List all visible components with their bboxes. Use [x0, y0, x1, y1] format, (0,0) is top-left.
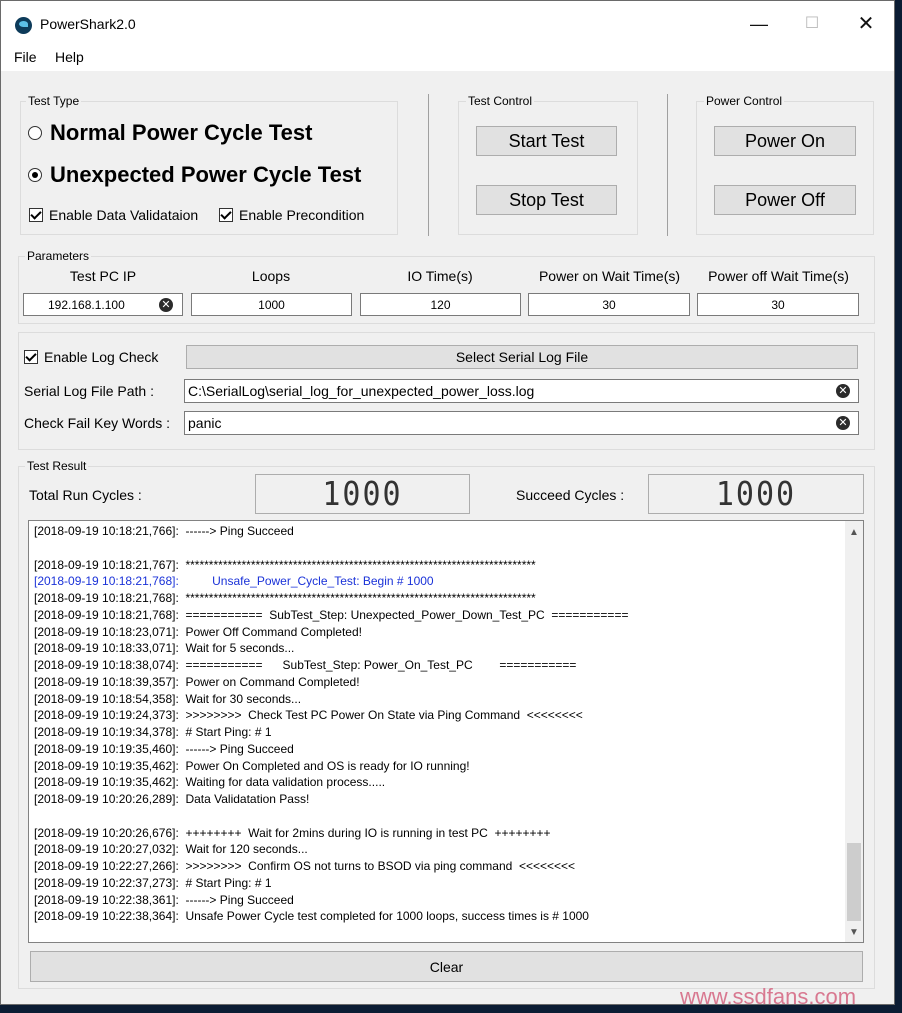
divider-1 [428, 94, 429, 236]
clear-log-button[interactable]: Clear [30, 951, 863, 982]
log-line: [2018-09-19 10:20:26,676]: ++++++++ Wait… [34, 825, 551, 840]
fail-keywords-label: Check Fail Key Words : [24, 415, 171, 431]
log-check-label: Enable Log Check [44, 349, 159, 365]
shark-app-icon [15, 17, 32, 34]
power-control-label: Power Control [704, 94, 785, 108]
parameters-label: Parameters [25, 249, 92, 263]
log-line: [2018-09-19 10:22:37,273]: # Start Ping:… [34, 875, 272, 890]
radio-unexpected-label: Unexpected Power Cycle Test [50, 162, 362, 187]
log-line: [2018-09-19 10:18:54,358]: Wait for 30 s… [34, 691, 302, 706]
precondition-label: Enable Precondition [239, 207, 365, 223]
succeed-cycles-label: Succeed Cycles : [516, 487, 625, 503]
log-line: [2018-09-19 10:19:24,373]: >>>>>>>> Chec… [34, 708, 583, 723]
param-header-power-on-wait: Power on Wait Time(s) [538, 268, 681, 284]
log-line: [2018-09-19 10:22:38,361]: ------> Ping … [34, 892, 294, 907]
param-header-io-time: IO Time(s) [407, 268, 473, 284]
log-line: [2018-09-19 10:22:38,364]: Unsafe Power … [34, 909, 589, 924]
precondition-check[interactable] [219, 208, 233, 222]
param-header-ip: Test PC IP [69, 268, 137, 284]
power-off-button[interactable]: Power Off [714, 185, 856, 215]
scroll-up-icon[interactable]: ▲ [849, 527, 859, 538]
log-lines: [2018-09-19 10:18:21,766]: ------> Ping … [34, 523, 628, 925]
radio-normal-label: Normal Power Cycle Test [50, 120, 313, 145]
total-run-cycles-value: 1000 [322, 474, 403, 514]
menu-bar: File Help [1, 43, 894, 71]
scroll-thumb[interactable] [847, 843, 861, 921]
app-window: PowerShark2.0 — ☐ ✕ File Help Test Type … [0, 0, 895, 1005]
clear-path-icon[interactable]: ✕ [836, 384, 850, 398]
test-result-label: Test Result [25, 459, 89, 473]
serial-log-path-label: Serial Log File Path : [24, 383, 154, 399]
log-line: [2018-09-19 10:20:27,032]: Wait for 120 … [34, 842, 308, 857]
fail-keywords-input[interactable]: panic ✕ [184, 411, 859, 435]
log-line: [2018-09-19 10:18:39,357]: Power on Comm… [34, 674, 360, 689]
minimize-button[interactable]: — [736, 9, 782, 39]
checkbox-data-validation[interactable]: Enable Data Validataion [29, 207, 198, 223]
menu-help[interactable]: Help [55, 49, 84, 65]
title-bar[interactable]: PowerShark2.0 — ☐ ✕ [1, 1, 894, 43]
checkbox-enable-log-check[interactable]: Enable Log Check [24, 349, 158, 365]
succeed-cycles-value: 1000 [715, 474, 797, 514]
clear-ip-icon[interactable]: ✕ [159, 298, 173, 312]
maximize-button[interactable]: ☐ [789, 9, 835, 39]
divider-2 [667, 94, 668, 236]
log-line: [2018-09-19 10:18:21,766]: ------> Ping … [34, 524, 294, 538]
log-line: [2018-09-19 10:18:21,768]: Unsafe_Power_… [34, 574, 434, 589]
log-line: [2018-09-19 10:18:33,071]: Wait for 5 se… [34, 641, 295, 656]
log-line: [2018-09-19 10:22:27,266]: >>>>>>>> Conf… [34, 859, 576, 873]
log-line: [2018-09-19 10:18:21,768]: *************… [34, 591, 536, 605]
log-line: [2018-09-19 10:19:35,462]: Waiting for d… [34, 775, 386, 790]
test-pc-ip-value: 192.168.1.100 [48, 297, 125, 312]
select-serial-log-button[interactable]: Select Serial Log File [186, 345, 858, 369]
data-validation-label: Enable Data Validataion [49, 207, 199, 223]
test-pc-ip-input[interactable]: 192.168.1.100 ✕ [23, 293, 183, 316]
radio-normal-power-cycle[interactable]: Normal Power Cycle Test [28, 120, 312, 146]
radio-normal-circle[interactable] [28, 126, 42, 140]
radio-unexpected-circle[interactable] [28, 168, 42, 182]
power-on-button[interactable]: Power On [714, 126, 856, 156]
log-line: [2018-09-19 10:18:21,768]: =========== S… [34, 607, 629, 622]
watermark-text: www.ssdfans.com [680, 984, 857, 1009]
log-check-check[interactable] [24, 350, 38, 364]
scroll-down-icon[interactable]: ▼ [849, 927, 859, 938]
total-run-cycles-display: 1000 [255, 474, 470, 514]
data-validation-check[interactable] [29, 208, 43, 222]
log-line: [2018-09-19 10:19:34,378]: # Start Ping:… [34, 725, 272, 739]
serial-log-path-value: C:\SerialLog\serial_log_for_unexpected_p… [188, 383, 535, 399]
clear-keywords-icon[interactable]: ✕ [836, 416, 850, 430]
checkbox-precondition[interactable]: Enable Precondition [219, 207, 364, 223]
log-scrollbar[interactable]: ▲ ▼ [845, 521, 863, 942]
start-test-button[interactable]: Start Test [476, 126, 617, 156]
io-time-input[interactable]: 120 [360, 293, 521, 316]
serial-log-path-input[interactable]: C:\SerialLog\serial_log_for_unexpected_p… [184, 379, 859, 403]
menu-file[interactable]: File [14, 49, 37, 65]
log-line: [2018-09-19 10:19:35,460]: ------> Ping … [34, 741, 294, 756]
total-run-cycles-label: Total Run Cycles : [29, 487, 142, 503]
radio-unexpected-power-cycle[interactable]: Unexpected Power Cycle Test [28, 162, 361, 188]
test-control-label: Test Control [466, 94, 535, 108]
log-line: [2018-09-19 10:18:21,767]: *************… [34, 557, 536, 572]
log-line: [2018-09-19 10:19:35,462]: Power On Comp… [34, 758, 470, 773]
param-header-power-off-wait: Power off Wait Time(s) [708, 268, 849, 284]
log-output-area[interactable]: [2018-09-19 10:18:21,766]: ------> Ping … [28, 520, 864, 943]
fail-keywords-value: panic [188, 415, 222, 431]
window-title: PowerShark2.0 [40, 16, 136, 32]
log-line: [2018-09-19 10:18:38,074]: =========== S… [34, 658, 577, 672]
power-off-wait-input[interactable]: 30 [697, 293, 859, 316]
log-line: [2018-09-19 10:20:26,289]: Data Validata… [34, 792, 310, 806]
close-button[interactable]: ✕ [843, 9, 889, 39]
loops-input[interactable]: 1000 [191, 293, 352, 316]
stop-test-button[interactable]: Stop Test [476, 185, 617, 215]
succeed-cycles-display: 1000 [648, 474, 864, 514]
log-line: [2018-09-19 10:18:23,071]: Power Off Com… [34, 624, 362, 639]
power-on-wait-input[interactable]: 30 [528, 293, 690, 316]
param-header-loops: Loops [251, 268, 291, 284]
test-type-label: Test Type [26, 94, 82, 108]
